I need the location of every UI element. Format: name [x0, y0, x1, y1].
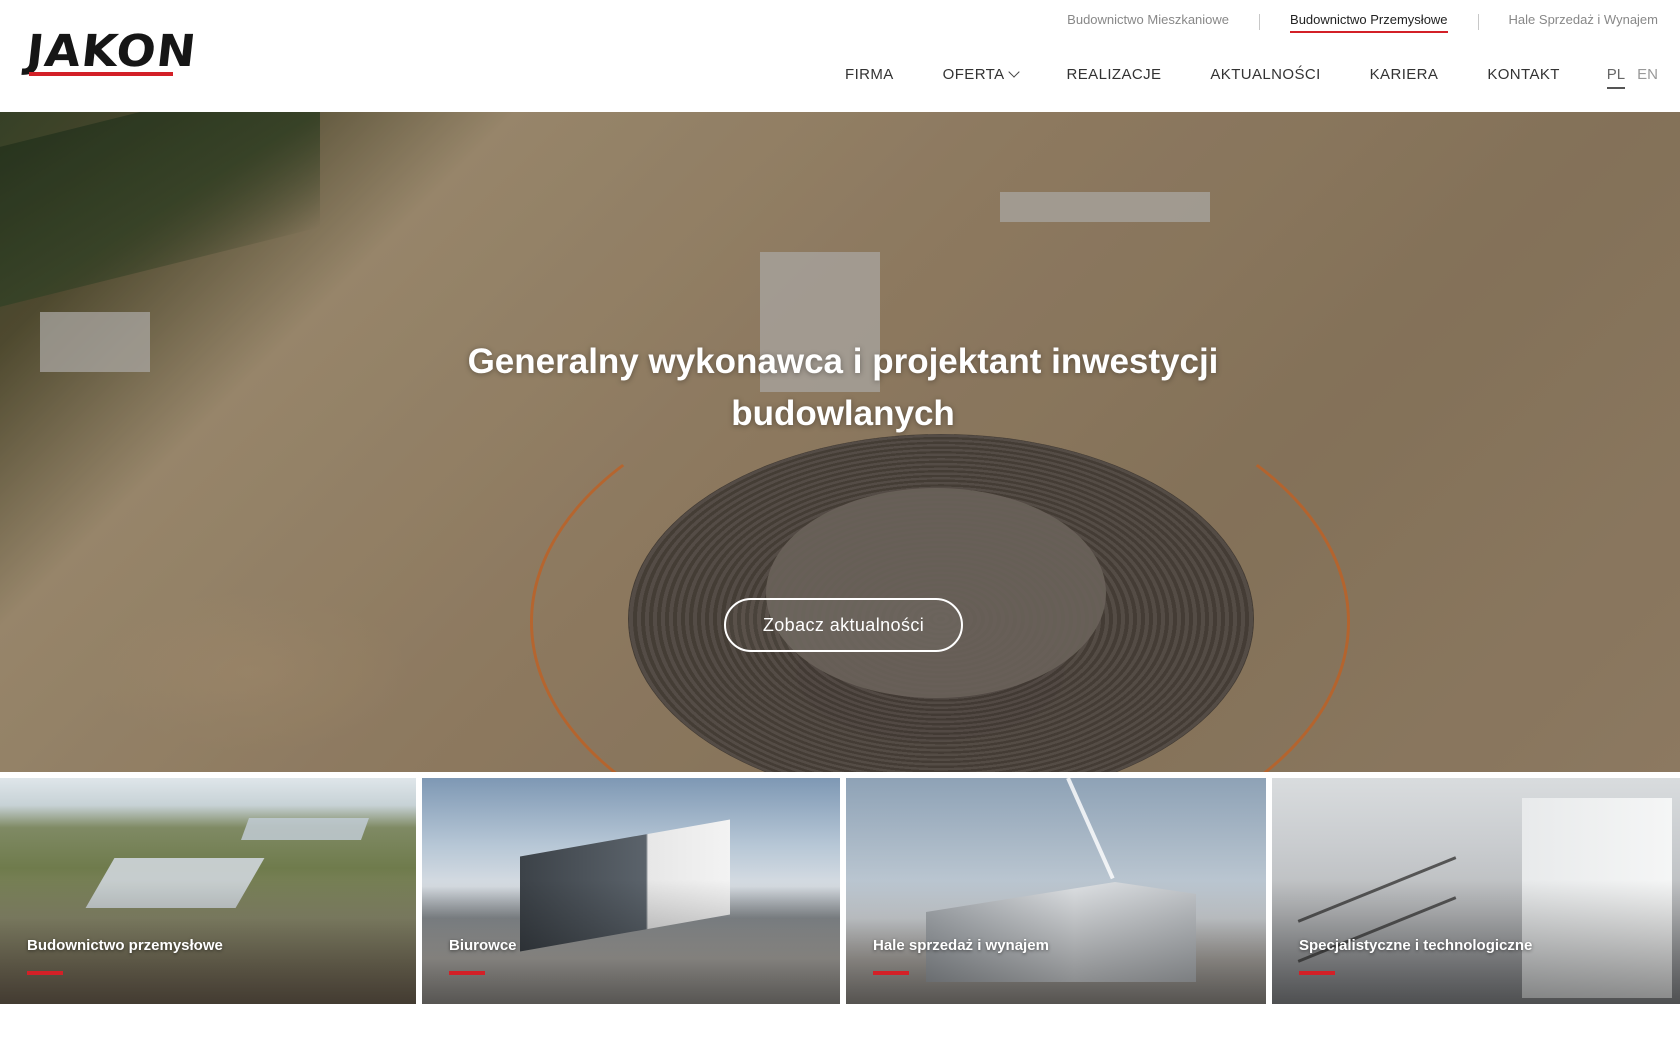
segment-mieszkaniowe[interactable]: Budownictwo Mieszkaniowe — [1067, 10, 1229, 33]
nav-item-firma[interactable]: FIRMA — [845, 66, 894, 83]
nav-item-oferta[interactable]: OFERTA — [942, 66, 1020, 83]
category-tiles: Budownictwo przemysłowe Biurowce Hale sp… — [0, 778, 1680, 1004]
lang-pl[interactable]: PL — [1606, 66, 1626, 89]
nav-item-realizacje[interactable]: REALIZACJE — [1067, 66, 1162, 83]
nav-item-aktualnosci[interactable]: AKTUALNOŚCI — [1210, 66, 1320, 83]
nav-item-kariera[interactable]: KARIERA — [1370, 66, 1439, 83]
tile-label: Budownictwo przemysłowe — [27, 937, 223, 954]
segment-switcher: Budownictwo Mieszkaniowe Budownictwo Prz… — [1067, 10, 1658, 33]
tile-label: Hale sprzedaż i wynajem — [873, 937, 1049, 954]
tile-overlay — [846, 778, 1266, 1004]
nav-item-label: FIRMA — [845, 66, 894, 83]
hero-title: Generalny wykonawca i projektant inwesty… — [467, 342, 1219, 433]
main-nav: FIRMA OFERTA REALIZACJE AKTUALNOŚCI KARI… — [845, 66, 1609, 83]
jakon-logo[interactable]: JAKON — [24, 26, 199, 78]
logo-wordmark: JAKON — [23, 26, 200, 77]
segment-przemyslowe[interactable]: Budownictwo Przemysłowe — [1290, 10, 1448, 33]
nav-item-kontakt[interactable]: KONTAKT — [1487, 66, 1560, 83]
segment-divider — [1477, 13, 1479, 30]
hero-video: Generalny wykonawca i projektant inwesty… — [0, 112, 1680, 772]
nav-item-label: KONTAKT — [1487, 66, 1560, 83]
segment-divider — [1259, 13, 1261, 30]
lang-en[interactable]: EN — [1637, 66, 1658, 89]
nav-item-label: KARIERA — [1369, 66, 1439, 83]
tile-biurowce[interactable]: Biurowce — [422, 778, 840, 1004]
tile-label: Biurowce — [449, 937, 517, 954]
tile-accent-bar — [449, 971, 485, 975]
nav-item-label: OFERTA — [942, 66, 1005, 83]
see-news-button[interactable]: Zobacz aktualności — [724, 598, 963, 652]
segment-hale[interactable]: Hale Sprzedaż i Wynajem — [1509, 10, 1658, 33]
hero-overlay — [0, 112, 1680, 772]
tile-label: Specjalistyczne i technologiczne — [1299, 937, 1533, 954]
nav-item-label: AKTUALNOŚCI — [1210, 66, 1321, 83]
chevron-down-icon — [1007, 66, 1020, 78]
tile-accent-bar — [1299, 971, 1335, 975]
tile-budownictwo-przemyslowe[interactable]: Budownictwo przemysłowe — [0, 778, 416, 1004]
nav-item-label: REALIZACJE — [1066, 66, 1162, 83]
tile-specjalistyczne[interactable]: Specjalistyczne i technologiczne — [1272, 778, 1680, 1004]
tile-accent-bar — [873, 971, 909, 975]
tile-accent-bar — [27, 971, 63, 975]
language-switcher: PL EN — [1606, 66, 1658, 89]
site-header: JAKON Budownictwo Mieszkaniowe Budownict… — [0, 0, 1680, 112]
tile-hale-sprzedaz[interactable]: Hale sprzedaż i wynajem — [846, 778, 1266, 1004]
logo-underline — [29, 72, 173, 76]
